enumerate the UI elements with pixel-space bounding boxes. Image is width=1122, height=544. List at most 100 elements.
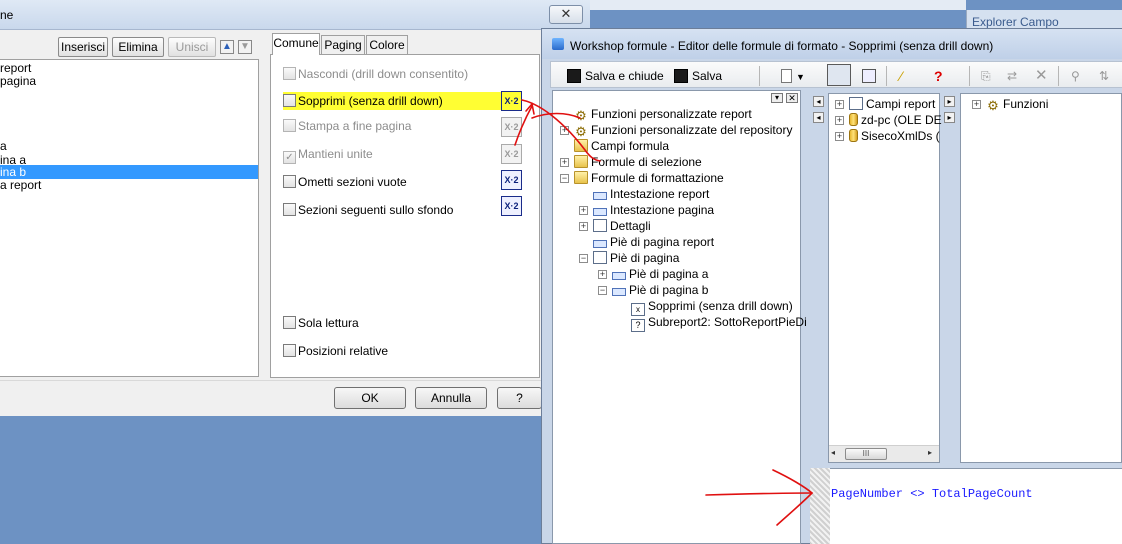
expander-icon[interactable]: − [579,254,588,263]
field-tree[interactable] [828,93,940,463]
option-underlay[interactable]: Sezioni seguenti sullo sfondo [283,201,453,219]
tree-menu-icon[interactable]: ▾ [771,93,783,103]
merge-button[interactable]: Unisci [168,37,216,57]
rename-icon[interactable]: ⇄ [1007,67,1017,85]
option-relative-positions[interactable]: Posizioni relative [283,342,388,360]
page-icon [593,219,607,232]
field-tree-scrollbar[interactable]: ◂ III ▸ [829,445,939,462]
new-icon[interactable]: ▼ [781,67,805,85]
ok-button[interactable]: OK [334,387,406,409]
wand-icon[interactable]: ⁄ [900,67,902,85]
expander-icon[interactable]: − [598,286,607,295]
formula-editor[interactable] [810,468,1122,544]
move-up-icon[interactable]: ▲ [220,40,234,54]
expander-icon[interactable]: − [560,174,569,183]
option-label: Sezioni seguenti sullo sfondo [298,203,454,217]
formula-tree-item[interactable]: − Piè di pagina b [598,282,708,298]
option-read-only[interactable]: Sola lettura [283,314,359,332]
checkbox-checked[interactable]: ✓ [283,151,296,164]
toolbar-separator [759,66,760,86]
formula-tree-item[interactable]: x Sopprimi (senza drill down) [617,298,793,316]
formula-button-suppress[interactable]: X·2 [501,91,522,111]
option-suppress[interactable]: Sopprimi (senza drill down) [283,92,503,110]
option-suppress-blank[interactable]: Ometti sezioni vuote [283,173,407,191]
insert-button[interactable]: Inserisci [58,37,108,57]
tree-item-label: Sopprimi (senza drill down) [648,299,793,313]
tab-comune[interactable]: Comune [272,33,320,55]
list-item-selected[interactable]: ina b [0,165,258,179]
floppy-icon [674,69,688,83]
function-tree-item[interactable]: + ⚙ Funzioni [972,96,1048,112]
properties-icon[interactable] [862,67,880,85]
sort-icon[interactable]: ⇅ [1099,67,1109,85]
formula-text[interactable]: PageNumber <> TotalPageCount [831,487,1033,501]
scroll-left-icon[interactable]: ◂ [813,96,824,107]
subreport-icon: ? [631,319,645,332]
formula-tree-item[interactable]: + Piè di pagina a [598,266,708,282]
formula-tree-item[interactable]: Piè di pagina report [579,234,714,250]
toolbar-separator [886,66,887,86]
checkbox[interactable] [283,119,296,132]
scroll-left-icon[interactable]: ◂ [813,112,824,123]
option-print-at-bottom[interactable]: Stampa a fine pagina [283,117,411,135]
tab-paging[interactable]: Paging [321,35,365,55]
field-tree-item[interactable]: + Campi report [835,96,935,112]
close-button[interactable]: ✕ [549,5,583,24]
formula-tree-item[interactable]: − Piè di pagina [579,250,679,266]
formula-tree-item[interactable]: − Formule di formattazione [560,170,724,186]
checkbox[interactable] [283,316,296,329]
formula-tree-item[interactable]: + Intestazione pagina [579,202,714,218]
checkbox[interactable] [283,94,296,107]
expander-icon[interactable]: + [560,126,569,135]
formula-tree-item[interactable]: Intestazione report [579,186,709,202]
formula-tree-item[interactable]: ⚙ Funzioni personalizzate report [560,106,752,122]
toggle-tree-icon[interactable] [827,64,851,86]
tree-close-icon[interactable]: ✕ [786,93,798,103]
formula-tree-item[interactable]: + Dettagli [579,218,651,234]
cancel-button[interactable]: Annulla [415,387,487,409]
tree-item-label: Campi formula [591,139,670,153]
formula-button-print-bottom[interactable]: X·2 [501,117,522,137]
floppy-icon [567,69,581,83]
checkbox[interactable] [283,344,296,357]
expander-icon[interactable]: + [579,206,588,215]
field-tree-item[interactable]: + zd-pc (OLE DE [835,112,942,128]
checkbox[interactable] [283,67,296,80]
formula-tree-item[interactable]: Campi formula [560,138,669,154]
option-keep-together[interactable]: ✓ Mantieni unite [283,145,373,164]
function-tree[interactable] [960,93,1122,463]
list-item[interactable]: a report [0,178,258,192]
formula-tree-item[interactable]: + Formule di selezione [560,154,702,170]
list-item[interactable]: pagina [0,74,258,88]
formula-tree-item[interactable]: + ⚙ Funzioni personalizzate del repository [560,122,792,138]
checkbox[interactable] [283,175,296,188]
toolbar-separator [969,66,970,86]
list-item[interactable]: a [0,139,258,153]
save-close-button[interactable]: Salva e chiude [567,67,664,85]
help-toolbar-button[interactable]: ? [934,67,943,85]
expander-icon[interactable]: + [579,222,588,231]
scroll-right-icon[interactable]: ▸ [944,112,955,123]
search-icon[interactable]: ⚲ [1071,67,1080,85]
help-button[interactable]: ? [497,387,542,409]
expander-icon[interactable]: + [560,158,569,167]
scroll-thumb[interactable]: III [845,448,887,460]
list-item[interactable]: report [0,61,258,75]
move-down-icon[interactable]: ▼ [238,40,252,54]
tab-colore[interactable]: Colore [366,35,408,55]
scroll-right-icon[interactable]: ▸ [944,96,955,107]
expander-icon[interactable]: + [598,270,607,279]
option-hide-drilldown[interactable]: Nascondi (drill down consentito) [283,65,468,83]
formula-button-suppress-blank[interactable]: X·2 [501,170,522,190]
formula-button-underlay[interactable]: X·2 [501,196,522,216]
save-button[interactable]: Salva [674,67,722,85]
formula-tree-item[interactable]: ? Subreport2: SottoReportPieDi [617,314,807,332]
new-formula-icon[interactable]: ⎘ [981,67,991,85]
delete-button[interactable]: Elimina [112,37,164,57]
band-icon [593,192,607,200]
section-list[interactable]: report pagina a ina a ina b a report [0,59,259,377]
delete-icon[interactable]: ✕ [1035,67,1048,85]
checkbox[interactable] [283,203,296,216]
formula-button-keep-together[interactable]: X·2 [501,144,522,164]
field-tree-item[interactable]: + SisecoXmlDs ( [835,128,940,144]
